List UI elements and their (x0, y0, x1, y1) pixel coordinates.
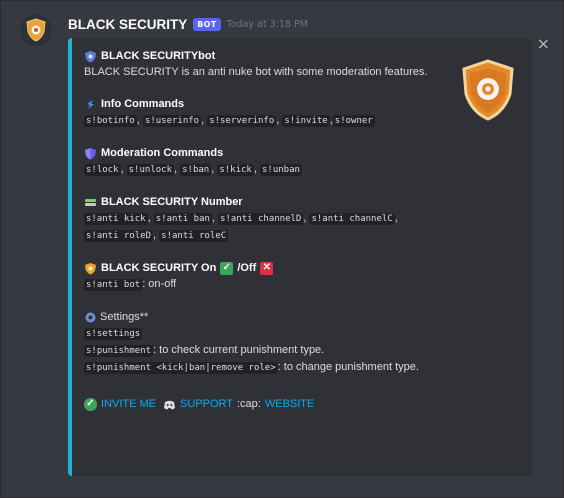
timestamp: Today at 3:18 PM (226, 18, 308, 30)
command-code: s!anti ban (153, 213, 212, 225)
command-code: s!anti bot (84, 279, 143, 291)
onoff-command-line: s!anti bot: on-off (84, 276, 444, 293)
embed-title-text: BLACK SECURITYbot (101, 50, 216, 62)
command-code: s!owner (332, 115, 375, 127)
check-icon: ✓ (84, 397, 97, 411)
command-code: s!anti channelD (218, 213, 304, 225)
command-code: s!punishment <kick|ban|remove role> (84, 362, 278, 374)
avatar[interactable] (20, 14, 52, 46)
embed-thumbnail-shield-icon[interactable] (460, 58, 516, 122)
command-code: s!serverinfo (207, 115, 277, 127)
website-link[interactable]: WEBSITE (265, 396, 315, 412)
command-code: s!userinfo (142, 115, 202, 127)
command-code: s!anti kick (84, 213, 148, 225)
cap-text: :cap: (237, 398, 261, 410)
command-code: s!anti roleD (84, 230, 154, 242)
command-code: s!settings (84, 328, 143, 340)
info-icon (87, 99, 94, 109)
username[interactable]: BLACK SECURITY (68, 17, 187, 32)
shield-logo-icon (26, 18, 46, 42)
discord-icon (164, 400, 176, 409)
numbers-icon (85, 198, 96, 206)
onoff-title-mid: /Off (237, 262, 257, 274)
onoff-title: BLACK SECURITY On ✓ /Off ✕ (84, 260, 444, 276)
check-icon: ✓ (220, 261, 234, 275)
command-code: s!anti roleC (159, 230, 229, 242)
number-commands-label: BLACK SECURITY Number (101, 196, 243, 208)
command-code: s!kick (217, 164, 254, 176)
info-commands-label: Info Commands (101, 98, 185, 110)
moderation-shield-icon (85, 147, 96, 159)
support-link[interactable]: SUPPORT (180, 396, 233, 412)
command-code: s!ban (180, 164, 212, 176)
settings-text2: : to check current punishment type. (153, 344, 325, 356)
number-commands-list-line1: s!anti kick, s!anti ban, s!anti channelD… (84, 212, 398, 225)
embed-title: BLACK SECURITYbot (84, 48, 444, 64)
links-row: ✓ INVITE ME SUPPORT :cap: WEBSITE (84, 396, 444, 412)
close-icon[interactable]: × (537, 36, 550, 52)
embed: BLACK SECURITYbot BLACK SECURITY is an a… (68, 38, 532, 476)
command-code: s!lock (84, 164, 121, 176)
shield-icon (85, 50, 96, 62)
command-code: s!botinfo (84, 115, 137, 127)
number-commands-title: BLACK SECURITY Number (84, 194, 444, 210)
command-code: s!invite (282, 115, 330, 127)
moderation-commands-label: Moderation Commands (101, 147, 224, 159)
moderation-commands-list: s!lock, s!unlock, s!ban, s!kick, s!unban (84, 163, 302, 176)
embed-description: BLACK SECURITY is an anti nuke bot with … (84, 66, 428, 78)
on-shield-icon (85, 262, 96, 274)
message-header: BLACK SECURITY BOT Today at 3:18 PM (68, 14, 308, 34)
invite-link[interactable]: INVITE ME (101, 396, 156, 412)
number-commands-list-line2: s!anti roleD, s!anti roleC (84, 229, 229, 242)
moderation-commands-title: Moderation Commands (84, 145, 444, 161)
settings-label: Settings** (100, 311, 149, 323)
onoff-title-prefix: BLACK SECURITY On (101, 262, 217, 274)
command-code: s!punishment (84, 345, 154, 357)
settings-title: Settings** (84, 309, 444, 325)
command-code: s!unlock (126, 164, 174, 176)
info-commands-list: s!botinfo, s!userinfo, s!serverinfo, s!i… (84, 114, 375, 127)
info-commands-title: Info Commands (84, 96, 444, 112)
command-code: s!anti channelC (309, 213, 395, 225)
bot-tag: BOT (193, 17, 221, 31)
command-code: s!unban (259, 164, 302, 176)
gear-icon (85, 312, 96, 322)
settings-text3: : to change punishment type. (277, 361, 419, 373)
cross-icon: ✕ (260, 261, 274, 275)
onoff-suffix: : on-off (142, 278, 177, 290)
